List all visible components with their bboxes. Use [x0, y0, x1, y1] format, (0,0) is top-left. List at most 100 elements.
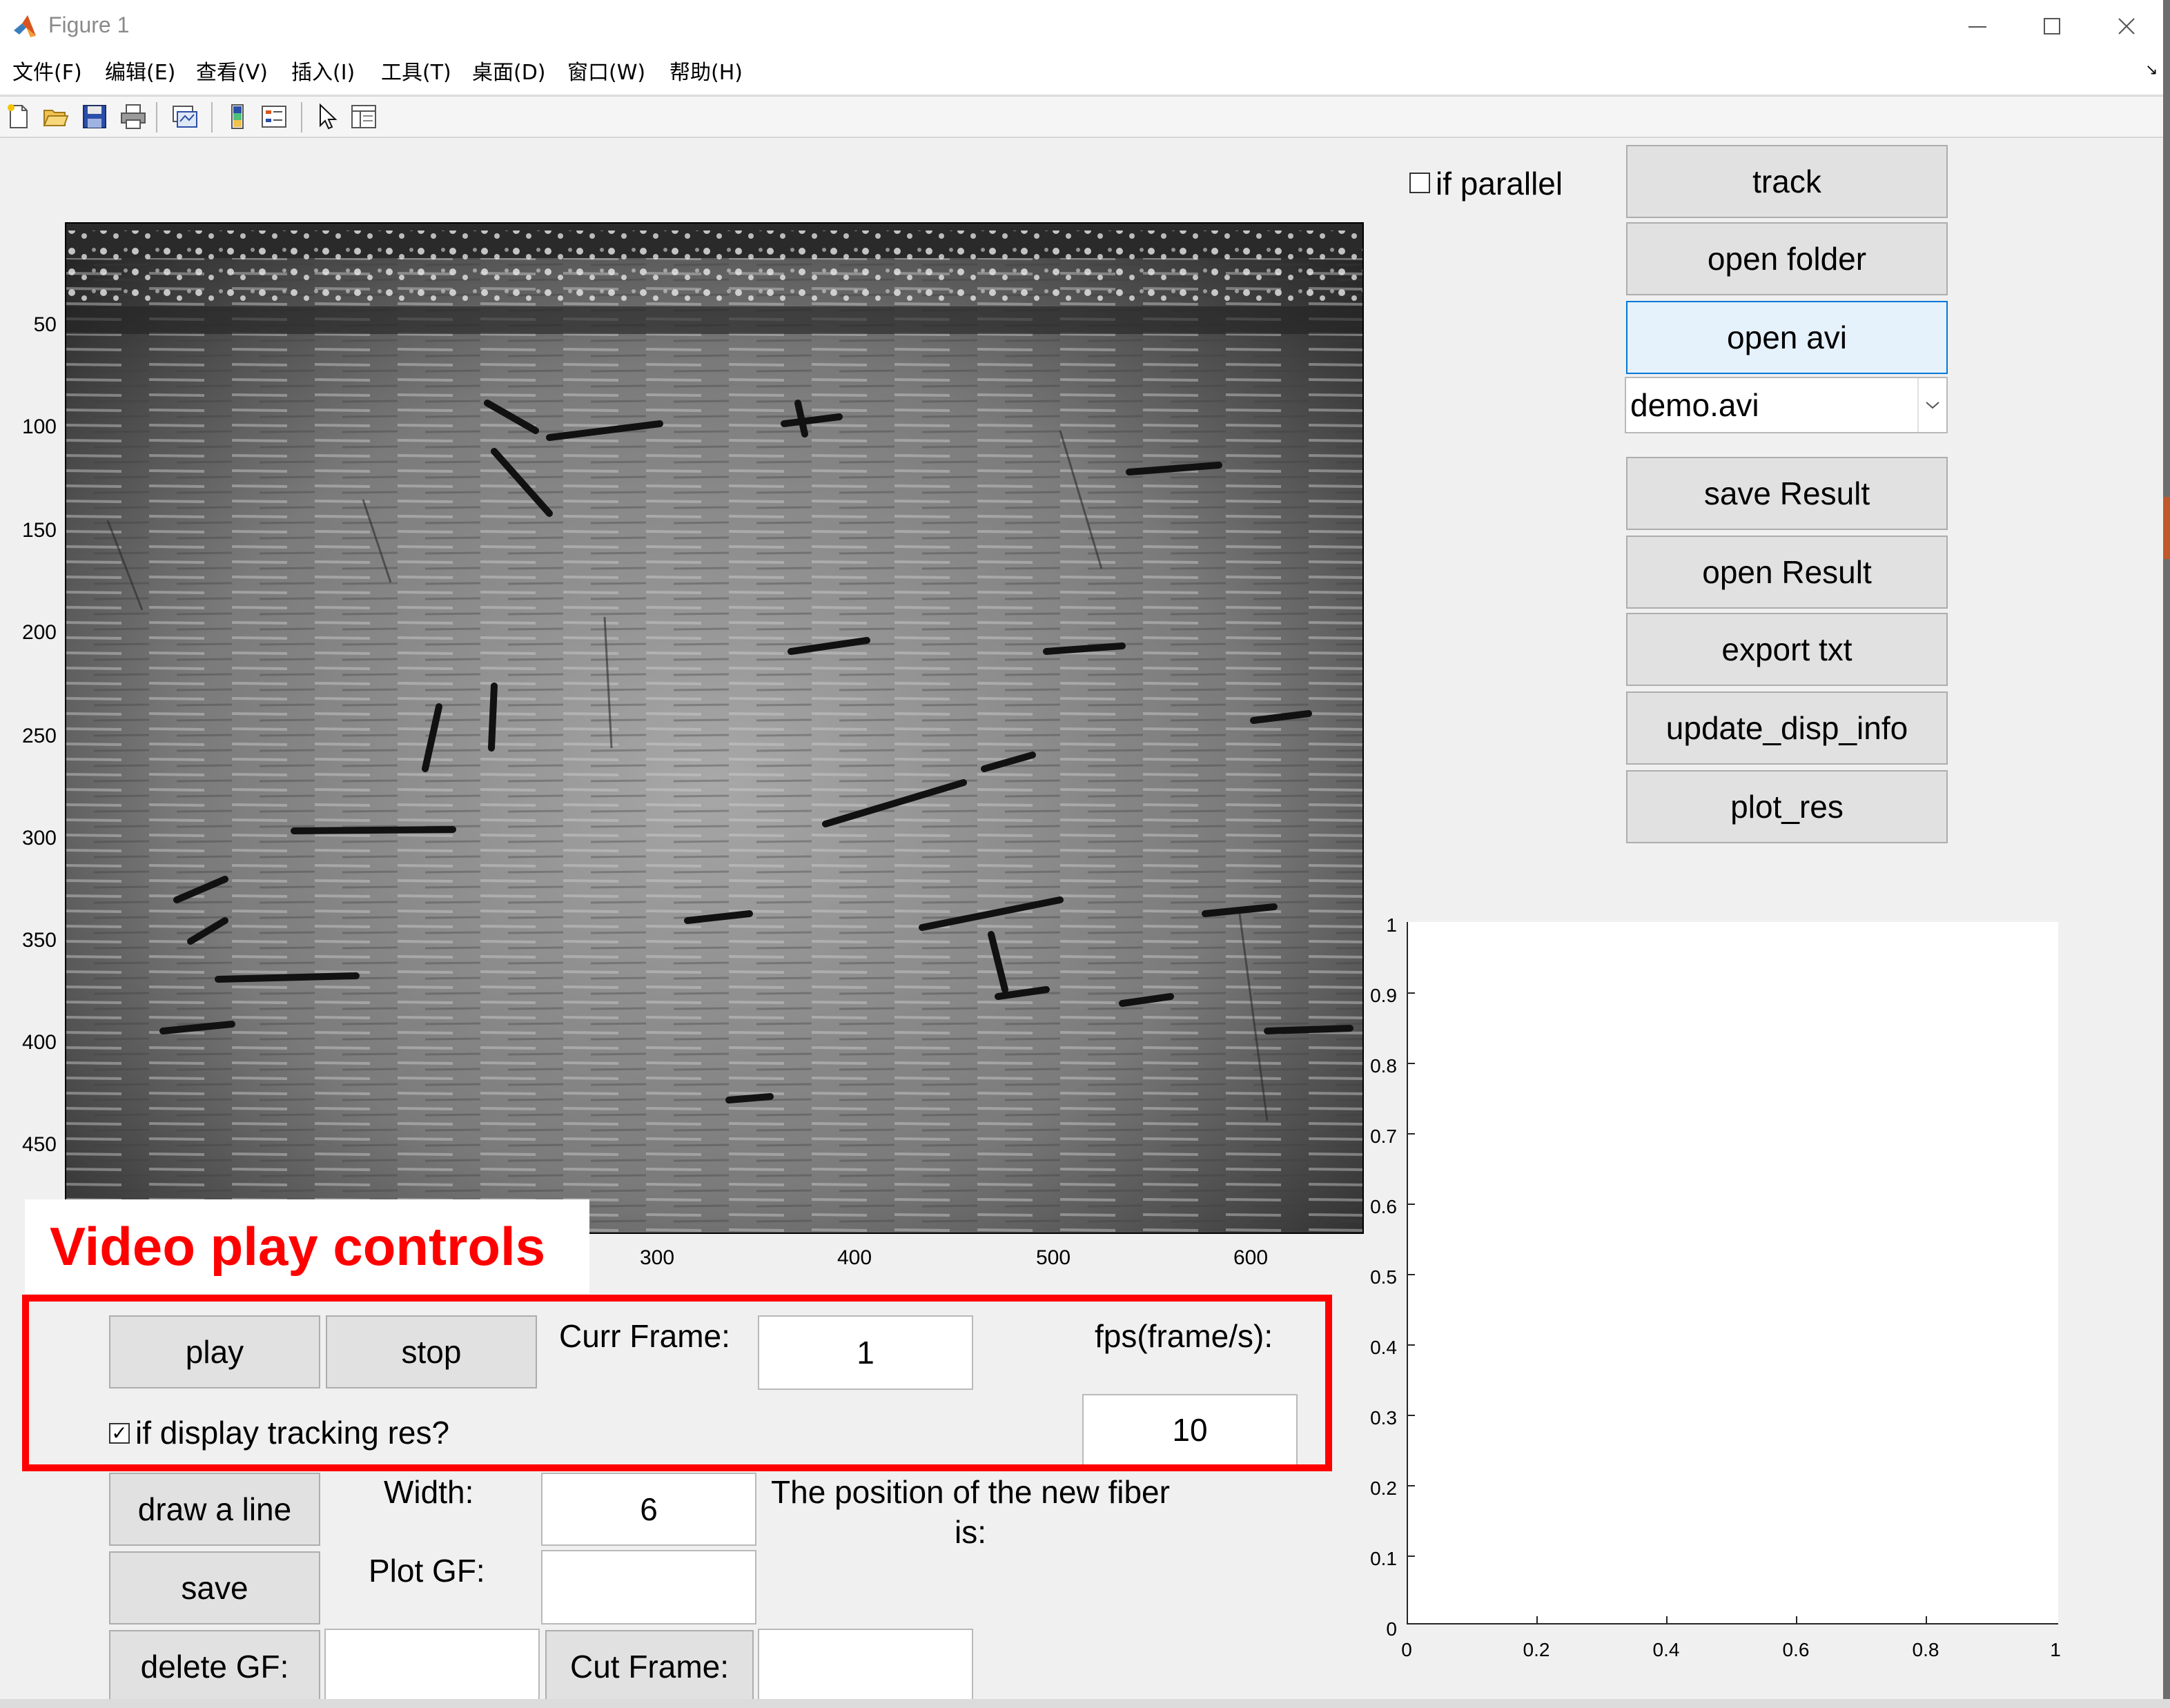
plot-ytick-mark — [1408, 1415, 1415, 1416]
open-avi-button[interactable]: open avi — [1626, 301, 1948, 374]
image-ytick: 150 — [21, 519, 57, 542]
image-ytick: 400 — [21, 1031, 57, 1054]
plot-xtick: 0.2 — [1523, 1639, 1550, 1660]
plot-xtick-mark — [1926, 1616, 1927, 1623]
plot-xtick: 0.4 — [1652, 1639, 1680, 1660]
plot-ytick-mark — [1408, 992, 1415, 994]
image-xtick: 400 — [837, 1246, 872, 1269]
chevron-down-icon[interactable] — [1917, 378, 1946, 432]
annotation-label: Video play controls — [50, 1216, 546, 1277]
cut-frame-button[interactable]: Cut Frame: — [545, 1630, 754, 1703]
video-frame-image[interactable] — [65, 222, 1364, 1234]
image-ytick: 350 — [21, 929, 57, 952]
plot-ytick-mark — [1408, 1274, 1415, 1275]
plot-ytick: 0.1 — [1370, 1548, 1397, 1569]
parallel-checkbox-label: if parallel — [1436, 166, 1563, 202]
plot-res-button[interactable]: plot_res — [1626, 770, 1948, 843]
plot-ytick-mark — [1408, 1063, 1415, 1064]
draw-line-button[interactable]: draw a line — [109, 1473, 320, 1546]
maximize-icon — [2044, 18, 2060, 35]
window-title: Figure 1 — [48, 12, 130, 37]
result-plot-axes[interactable] — [1408, 922, 2058, 1623]
image-ytick: 200 — [21, 621, 57, 644]
link-plot-icon[interactable] — [170, 102, 199, 131]
plot-ytick-mark — [1408, 1133, 1415, 1135]
plot-xtick-mark — [1666, 1616, 1668, 1623]
plot-gf-input[interactable] — [541, 1550, 756, 1624]
track-button[interactable]: track — [1626, 145, 1948, 218]
minimize-icon — [1968, 26, 1986, 28]
matlab-logo-icon — [14, 15, 36, 37]
menu-tools[interactable]: 工具(T) — [381, 59, 451, 87]
fiber-microscopy-frame — [66, 224, 1362, 1233]
open-result-button[interactable]: open Result — [1626, 536, 1948, 609]
menu-help[interactable]: 帮助(H) — [669, 59, 743, 87]
close-icon — [2118, 18, 2135, 35]
menu-insert[interactable]: 插入(I) — [291, 59, 355, 87]
maximize-button[interactable] — [2021, 7, 2083, 46]
status-strip — [0, 1699, 2170, 1708]
plot-ytick: 0.7 — [1370, 1126, 1397, 1147]
new-fiber-position-text-cont: is: — [955, 1514, 986, 1550]
image-ytick: 300 — [21, 827, 57, 850]
new-fiber-position-text: The position of the new fiber — [771, 1474, 1170, 1510]
plot-ytick: 0.8 — [1370, 1055, 1397, 1077]
file-select-value: demo.avi — [1630, 387, 1759, 423]
image-xtick: 300 — [639, 1246, 675, 1269]
menu-file[interactable]: 文件(F) — [12, 59, 82, 87]
plot-ytick: 0.4 — [1370, 1337, 1397, 1358]
plot-ytick: 0.2 — [1370, 1478, 1397, 1499]
window-right-edge — [2163, 0, 2170, 1708]
plot-xtick: 0.6 — [1782, 1639, 1810, 1660]
image-ytick: 100 — [21, 415, 57, 438]
menu-desktop[interactable]: 桌面(D) — [472, 59, 546, 87]
plot-y-axis-line — [1407, 922, 1408, 1624]
toolbar-separator — [156, 102, 157, 132]
menu-edit[interactable]: 编辑(E) — [105, 59, 175, 87]
plot-ytick: 0.6 — [1370, 1196, 1397, 1217]
image-ytick: 450 — [21, 1133, 57, 1156]
plot-ytick-mark — [1408, 1555, 1415, 1557]
annotation-highlight-box — [22, 1295, 1332, 1471]
update-disp-info-button[interactable]: update_disp_info — [1626, 691, 1948, 765]
parallel-checkbox[interactable] — [1409, 173, 1430, 193]
export-txt-button[interactable]: export txt — [1626, 613, 1948, 686]
plot-ytick: 0.9 — [1370, 985, 1397, 1006]
open-folder-button[interactable]: open folder — [1626, 222, 1948, 295]
width-input[interactable] — [541, 1473, 756, 1546]
plot-gf-label: Plot GF: — [369, 1553, 485, 1589]
minimize-button[interactable] — [1946, 7, 2008, 46]
insert-colorbar-icon[interactable] — [224, 102, 253, 131]
toolbar-separator — [301, 102, 302, 132]
title-bar — [0, 0, 2170, 51]
menu-window[interactable]: 窗口(W) — [567, 59, 645, 87]
plot-xtick-mark — [1796, 1616, 1797, 1623]
save-button[interactable]: save — [109, 1551, 320, 1624]
new-figure-icon[interactable] — [4, 102, 33, 131]
image-ytick: 250 — [21, 725, 57, 747]
insert-legend-icon[interactable] — [260, 102, 289, 131]
dock-arrow-icon[interactable]: ↘ — [2145, 61, 2158, 79]
edit-plot-arrow-icon[interactable] — [313, 102, 342, 131]
toolbar-separator — [211, 102, 213, 132]
plot-ytick: 1 — [1386, 914, 1397, 936]
open-file-icon[interactable] — [41, 102, 70, 131]
property-inspector-icon[interactable] — [349, 102, 378, 131]
delete-gf-button[interactable]: delete GF: — [109, 1630, 320, 1703]
plot-xtick-mark — [1536, 1616, 1538, 1623]
menu-view[interactable]: 查看(V) — [196, 59, 268, 87]
plot-x-axis-line — [1407, 1623, 2058, 1624]
close-button[interactable] — [2095, 7, 2158, 46]
plot-ytick-mark — [1408, 1204, 1415, 1205]
plot-ytick: 0 — [1386, 1618, 1397, 1640]
cut-frame-input[interactable] — [758, 1629, 973, 1703]
plot-ytick: 0.5 — [1370, 1266, 1397, 1288]
save-result-button[interactable]: save Result — [1626, 457, 1948, 530]
width-label: Width: — [384, 1474, 474, 1510]
plot-ytick-mark — [1408, 1485, 1415, 1486]
plot-xtick: 0.8 — [1912, 1639, 1939, 1660]
print-icon[interactable] — [119, 102, 148, 131]
delete-gf-input[interactable] — [324, 1629, 540, 1703]
save-icon[interactable] — [80, 102, 109, 131]
image-xtick: 500 — [1035, 1246, 1071, 1269]
